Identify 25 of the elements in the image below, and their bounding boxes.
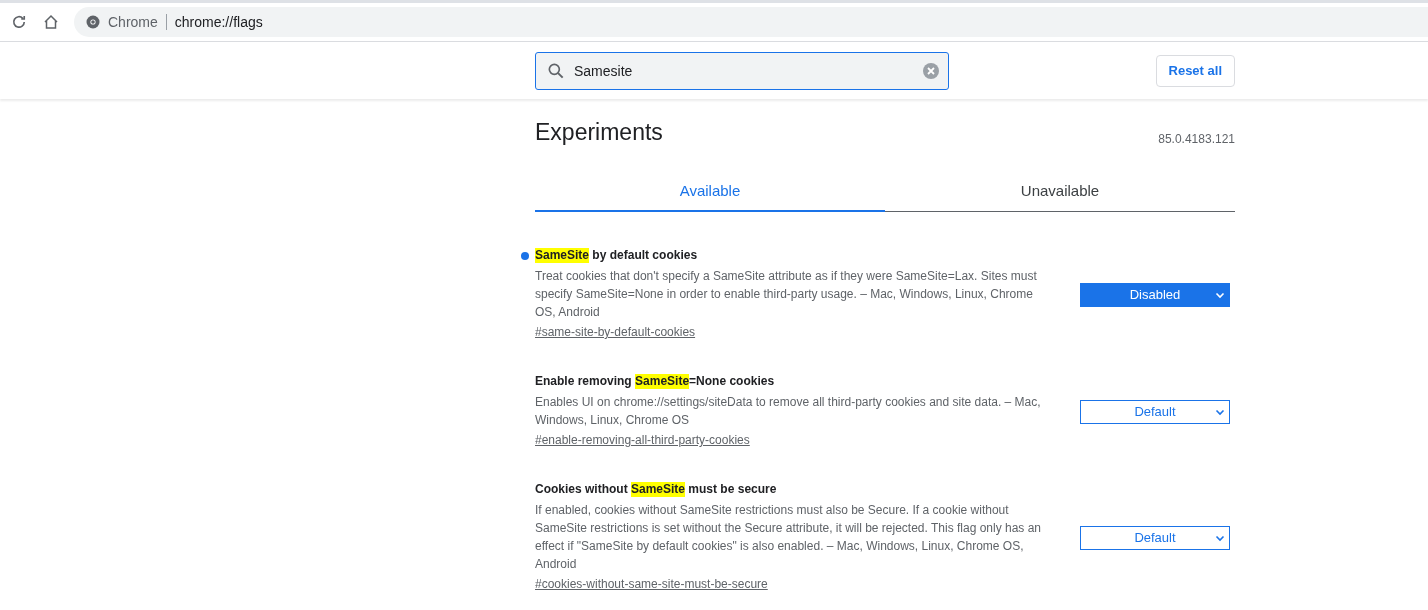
flag-title: SameSite by default cookies (535, 248, 699, 263)
address-bar[interactable]: Chrome chrome://flags (74, 7, 1428, 37)
search-field[interactable]: Samesite (535, 51, 949, 90)
flag-link[interactable]: #same-site-by-default-cookies (535, 323, 696, 341)
reload-icon[interactable] (10, 13, 28, 31)
page-title: Experiments (535, 119, 663, 146)
reset-all-button[interactable]: Reset all (1155, 54, 1235, 87)
url-text: chrome://flags (174, 14, 263, 30)
flag-dropdown[interactable]: Disabled (1080, 282, 1230, 307)
search-input[interactable]: Samesite (572, 61, 916, 80)
flag-description: Enables UI on chrome://settings/siteData to remove all third-party cookies and site data. – Mac, Windows, Linux, Chrome OS (535, 394, 1042, 429)
version-text: 85.0.4183.121 (1158, 132, 1235, 146)
chrome-logo-icon (86, 15, 100, 29)
flag-dropdown[interactable]: Default (1080, 399, 1230, 424)
tab[interactable]: Available (535, 168, 885, 212)
flag-description: Treat cookies that don't specify a SameSite attribute as if they were SameSite=Lax. Sites must specify SameSite=None in order to enable third-party usage. – Mac, Windows, Linux, Chrome OS, Android (535, 268, 1038, 321)
flag-dropdown[interactable]: Default (1080, 525, 1230, 550)
flag-link[interactable]: #enable-removing-all-third-party-cookies (535, 431, 750, 449)
site-name: Chrome (108, 14, 167, 30)
tab[interactable]: Unavailable (885, 168, 1235, 212)
flag-title: Cookies without SameSite must be secure (535, 482, 778, 497)
flag-link[interactable]: #cookies-without-same-site-must-be-secure (535, 575, 768, 593)
home-icon[interactable] (42, 13, 60, 31)
clear-icon[interactable] (922, 61, 940, 80)
flag-description: If enabled, cookies without SameSite restrictions must also be Secure. If a cookie without SameSite restrictions is set without the Secure attribute, it will be rejected. This flag only has an effect if "SameSite by default cookies" is also enabled. – Mac, Windows, Linux, Chrome OS, Android (535, 502, 1043, 573)
